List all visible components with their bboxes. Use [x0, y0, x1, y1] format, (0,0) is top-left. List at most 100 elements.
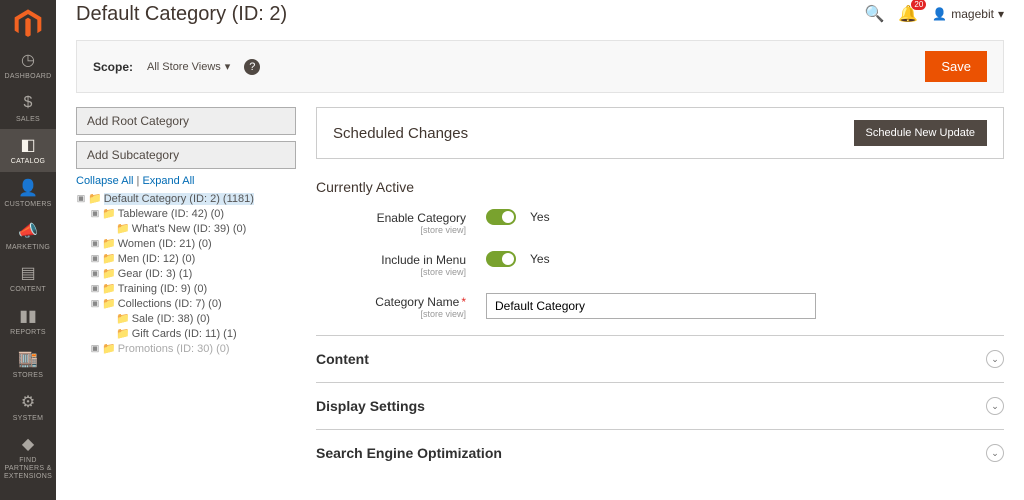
required-marker: * [461, 295, 466, 309]
notifications-icon[interactable]: 🔔20 [898, 4, 918, 24]
form-column: Scheduled Changes Schedule New Update Cu… [316, 107, 1004, 476]
nav-partners[interactable]: ◆FIND PARTNERS & EXTENSIONS [0, 428, 56, 486]
nav-marketing[interactable]: 📣MARKETING [0, 215, 56, 258]
include-in-menu-row: Include in Menu [store view] Yes [316, 251, 1004, 277]
category-tree-column: Add Root Category Add Subcategory Collap… [76, 107, 296, 476]
toggle-icon[interactable]: ▣ [76, 193, 86, 204]
add-root-category-button[interactable]: Add Root Category [76, 107, 296, 135]
user-menu[interactable]: 👤 magebit ▾ [932, 7, 1004, 21]
category-name-input[interactable] [486, 293, 816, 319]
page-title: Default Category (ID: 2) [76, 3, 287, 26]
nav-system[interactable]: ⚙SYSTEM [0, 386, 56, 429]
magento-logo-icon [12, 8, 44, 40]
category-tree: ▣📁Default Category (ID: 2) (1181) ▣📁Tabl… [76, 191, 296, 356]
chevron-down-icon: ⌄ [986, 350, 1004, 368]
folder-icon: 📁 [102, 282, 116, 295]
help-icon[interactable]: ? [244, 59, 260, 75]
expand-all-link[interactable]: Expand All [142, 175, 194, 187]
main-content: Default Category (ID: 2) 🔍 🔔20 👤 magebit… [56, 0, 1024, 500]
enable-category-row: Enable Category [store view] Yes [316, 209, 1004, 235]
field-label: Include in Menu [316, 253, 466, 267]
field-hint: [store view] [316, 309, 466, 319]
tree-node[interactable]: ▣📁Women (ID: 21) (0) [90, 236, 296, 251]
scheduled-changes-panel: Scheduled Changes Schedule New Update [316, 107, 1004, 159]
chevron-down-icon: ▾ [225, 60, 231, 73]
folder-icon: 📁 [88, 192, 102, 205]
field-hint: [store view] [316, 267, 466, 277]
folder-icon: 📁 [116, 327, 130, 340]
folder-icon: 📁 [102, 342, 116, 355]
tree-node-root[interactable]: ▣📁Default Category (ID: 2) (1181) [76, 191, 296, 206]
page-header: Default Category (ID: 2) 🔍 🔔20 👤 magebit… [76, 0, 1004, 28]
reports-icon: ▮▮ [18, 306, 38, 326]
collapse-all-link[interactable]: Collapse All [76, 175, 133, 187]
chevron-down-icon: ▾ [998, 7, 1004, 21]
folder-icon: 📁 [116, 312, 130, 325]
notification-badge: 20 [911, 0, 926, 10]
nav-catalog[interactable]: ◧CATALOG [0, 129, 56, 172]
schedule-new-update-button[interactable]: Schedule New Update [854, 120, 987, 146]
toggle-icon[interactable]: ▣ [90, 268, 100, 279]
category-name-row: Category Name* [store view] [316, 293, 1004, 319]
add-subcategory-button[interactable]: Add Subcategory [76, 141, 296, 169]
tree-node[interactable]: 📁Sale (ID: 38) (0) [104, 311, 296, 326]
sales-icon: $ [18, 93, 38, 113]
chevron-down-icon: ⌄ [986, 444, 1004, 462]
marketing-icon: 📣 [18, 221, 38, 241]
toggle-icon[interactable]: ▣ [90, 253, 100, 264]
fieldset-seo[interactable]: Search Engine Optimization ⌄ [316, 429, 1004, 476]
enable-category-toggle[interactable] [486, 209, 516, 225]
nav-content[interactable]: ▤CONTENT [0, 257, 56, 300]
section-title: Currently Active [316, 179, 1004, 195]
customers-icon: 👤 [18, 178, 38, 198]
tree-node[interactable]: ▣📁Gear (ID: 3) (1) [90, 266, 296, 281]
tree-node[interactable]: ▣📁Promotions (ID: 30) (0) [90, 341, 296, 356]
toggle-icon[interactable]: ▣ [90, 343, 100, 354]
tree-node[interactable]: ▣📁Men (ID: 12) (0) [90, 251, 296, 266]
scope-selector[interactable]: All Store Views ▾ [147, 60, 230, 73]
partners-icon: ◆ [18, 434, 38, 454]
folder-icon: 📁 [102, 267, 116, 280]
tree-node[interactable]: 📁Gift Cards (ID: 11) (1) [104, 326, 296, 341]
field-hint: [store view] [316, 225, 466, 235]
admin-sidebar: ◷DASHBOARD $SALES ◧CATALOG 👤CUSTOMERS 📣M… [0, 0, 56, 500]
stores-icon: 🏬 [18, 349, 38, 369]
fieldset-content[interactable]: Content ⌄ [316, 335, 1004, 382]
include-in-menu-toggle[interactable] [486, 251, 516, 267]
nav-dashboard[interactable]: ◷DASHBOARD [0, 44, 56, 87]
field-label: Category Name* [316, 295, 466, 309]
toggle-value: Yes [530, 252, 550, 266]
chevron-down-icon: ⌄ [986, 397, 1004, 415]
catalog-icon: ◧ [18, 135, 38, 155]
folder-icon: 📁 [116, 222, 130, 235]
toggle-icon[interactable]: ▣ [90, 298, 100, 309]
username: magebit [951, 7, 994, 21]
scope-bar: Scope: All Store Views ▾ ? Save [76, 40, 1004, 93]
nav-stores[interactable]: 🏬STORES [0, 343, 56, 386]
fieldset-display-settings[interactable]: Display Settings ⌄ [316, 382, 1004, 429]
tree-node[interactable]: 📁What's New (ID: 39) (0) [104, 221, 296, 236]
tree-controls: Collapse All | Expand All [76, 175, 296, 187]
search-icon[interactable]: 🔍 [864, 4, 884, 24]
field-label: Enable Category [316, 211, 466, 225]
scope-label: Scope: [93, 60, 133, 74]
tree-node[interactable]: ▣📁Collections (ID: 7) (0) [90, 296, 296, 311]
toggle-icon[interactable]: ▣ [90, 238, 100, 249]
nav-customers[interactable]: 👤CUSTOMERS [0, 172, 56, 215]
system-icon: ⚙ [18, 392, 38, 412]
folder-icon: 📁 [102, 237, 116, 250]
panel-title: Scheduled Changes [333, 125, 468, 142]
tree-node[interactable]: ▣📁Tableware (ID: 42) (0) [90, 206, 296, 221]
toggle-value: Yes [530, 210, 550, 224]
tree-node[interactable]: ▣📁Training (ID: 9) (0) [90, 281, 296, 296]
save-button[interactable]: Save [925, 51, 987, 82]
user-icon: 👤 [932, 7, 947, 21]
nav-sales[interactable]: $SALES [0, 87, 56, 130]
dashboard-icon: ◷ [18, 50, 38, 70]
toggle-icon[interactable]: ▣ [90, 283, 100, 294]
folder-icon: 📁 [102, 252, 116, 265]
nav-reports[interactable]: ▮▮REPORTS [0, 300, 56, 343]
toggle-icon[interactable]: ▣ [90, 208, 100, 219]
header-actions: 🔍 🔔20 👤 magebit ▾ [864, 4, 1004, 24]
content-icon: ▤ [18, 263, 38, 283]
